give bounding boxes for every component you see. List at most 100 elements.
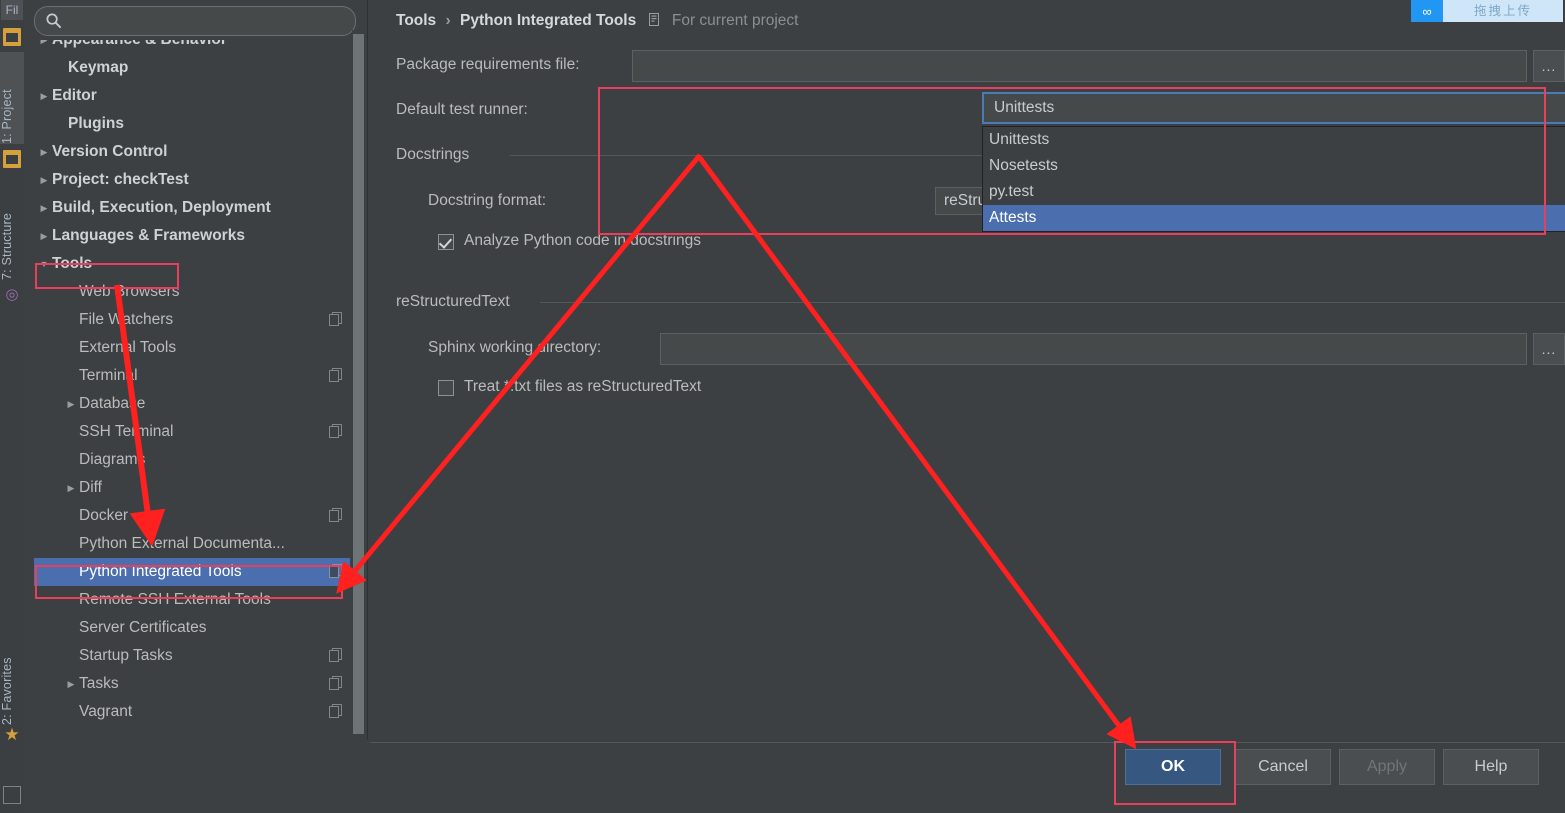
tree-item-label: Docker (79, 507, 129, 524)
tree-item[interactable]: ▶ Build, Execution, Deployment (34, 194, 350, 222)
ide-tool-window-gutter: Fil 1: Project 7: Structure ◎ 2: Favorit… (0, 0, 25, 813)
apply-button[interactable]: Apply (1339, 749, 1435, 785)
chevron-right-icon[interactable]: ▶ (36, 222, 52, 250)
upload-badge[interactable]: ∞ 拖拽上传 (1411, 0, 1563, 22)
tree-item[interactable]: Python External Documenta... (34, 530, 350, 558)
copy-settings-icon[interactable] (329, 424, 342, 438)
breadcrumb-current: Python Integrated Tools (459, 12, 637, 29)
tree-item-label: Vagrant (79, 703, 133, 720)
cancel-button[interactable]: Cancel (1235, 749, 1331, 785)
panel-divider (367, 0, 368, 740)
tree-item-label: Editor (52, 87, 97, 104)
chevron-down-icon[interactable]: ▼ (36, 250, 52, 278)
structure-node-icon: ◎ (5, 286, 19, 303)
chevron-right-icon[interactable]: ▶ (36, 82, 52, 110)
sphinx-directory-browse-button[interactable]: ... (1533, 333, 1565, 365)
dropdown-option[interactable]: py.test (983, 179, 1565, 205)
tree-item[interactable]: ▶ Project: checkTest (34, 166, 350, 194)
tree-item-label: Terminal (79, 367, 138, 384)
help-button[interactable]: Help (1443, 749, 1539, 785)
copy-settings-icon[interactable] (329, 508, 342, 522)
favorites-star-icon: ★ (4, 725, 20, 744)
tree-item-label: Diff (79, 479, 102, 496)
tree-item[interactable]: Python Integrated Tools (34, 558, 350, 586)
tree-item[interactable]: ▶ Diff (34, 474, 350, 502)
terminal-icon (3, 786, 21, 804)
copy-settings-icon[interactable] (329, 312, 342, 326)
treat-txt-label: Treat *.txt files as reStructuredText (464, 378, 702, 395)
chevron-right-icon[interactable]: ▶ (36, 138, 52, 166)
chevron-right-icon[interactable]: ▶ (63, 390, 79, 418)
settings-search-box[interactable] (34, 6, 356, 37)
dropdown-option[interactable]: Nosetests (983, 153, 1565, 179)
chevron-right-icon[interactable]: ▶ (63, 474, 79, 502)
default-test-runner-value: Unittests (994, 99, 1055, 116)
tree-item[interactable]: Docker (34, 502, 350, 530)
chevron-right-icon[interactable]: ▶ (36, 40, 52, 54)
docstrings-group-title: Docstrings (396, 146, 478, 164)
tree-item[interactable]: ▶ Editor (34, 82, 350, 110)
tree-item-label: Python External Documenta... (79, 535, 285, 552)
tree-item[interactable]: Vagrant (34, 698, 350, 726)
breadcrumb-root[interactable]: Tools (396, 12, 436, 29)
package-requirements-browse-button[interactable]: ... (1533, 50, 1565, 82)
copy-settings-icon[interactable] (329, 564, 342, 578)
project-scope-icon (648, 13, 659, 26)
tree-item[interactable]: ▶ Database (34, 390, 350, 418)
default-test-runner-label: Default test runner: (396, 101, 528, 118)
tree-item-label: Project: checkTest (52, 171, 189, 188)
tree-item[interactable]: Web Browsers (34, 278, 350, 306)
tree-item[interactable]: ▶Appearance & Behavior (34, 40, 350, 54)
copy-settings-icon[interactable] (329, 704, 342, 718)
tree-item[interactable]: Keymap (34, 54, 350, 82)
tree-item-label: SSH Terminal (79, 423, 174, 440)
search-input[interactable] (69, 7, 345, 37)
tree-item-label: Startup Tasks (79, 647, 173, 664)
copy-settings-icon[interactable] (329, 368, 342, 382)
tree-item[interactable]: Terminal (34, 362, 350, 390)
tree-item[interactable]: File Watchers (34, 306, 350, 334)
copy-settings-icon[interactable] (329, 676, 342, 690)
sphinx-directory-label: Sphinx working directory: (428, 339, 602, 356)
tree-item-label: Diagrams (79, 451, 146, 468)
tree-item-label: External Tools (79, 339, 177, 356)
tree-item[interactable]: Server Certificates (34, 614, 350, 642)
default-test-runner-combo[interactable]: Unittests (982, 92, 1565, 124)
tree-item[interactable]: ▶ Tasks (34, 670, 350, 698)
rest-group-title: reStructuredText (396, 293, 518, 311)
tree-item[interactable]: Diagrams (34, 446, 350, 474)
tree-item[interactable]: SSH Terminal (34, 418, 350, 446)
tree-item[interactable]: ▶ Languages & Frameworks (34, 222, 350, 250)
tree-item[interactable]: Plugins (34, 110, 350, 138)
tool-tab-structure[interactable]: 7: Structure (0, 180, 24, 280)
settings-content-panel: Tools › Python Integrated Tools For curr… (370, 0, 1565, 740)
analyze-code-checkbox[interactable] (438, 234, 454, 250)
tree-item[interactable]: Startup Tasks (34, 642, 350, 670)
chevron-right-icon[interactable]: ▶ (36, 166, 52, 194)
breadcrumb-separator: › (445, 12, 451, 29)
dropdown-option[interactable]: Unittests (983, 127, 1565, 153)
breadcrumb-scope-text: For current project (671, 12, 799, 29)
tool-tab-project[interactable]: 1: Project (0, 52, 24, 144)
ok-button[interactable]: OK (1125, 749, 1221, 785)
treat-txt-checkbox[interactable] (438, 380, 454, 396)
tree-scrollbar-thumb[interactable] (353, 34, 364, 734)
copy-settings-icon[interactable] (329, 648, 342, 662)
infinity-upload-icon: ∞ (1422, 3, 1432, 19)
chevron-right-icon[interactable]: ▶ (63, 670, 79, 698)
dropdown-option[interactable]: Attests (983, 205, 1565, 231)
settings-dialog: ▶Appearance & BehaviorKeymap▶EditorPlugi… (24, 0, 1565, 813)
folder-icon (3, 28, 21, 46)
tree-item-label: Database (79, 395, 146, 412)
chevron-right-icon[interactable]: ▶ (36, 194, 52, 222)
test-runner-dropdown-list[interactable]: Unittests Nosetests py.test Attests (982, 126, 1565, 232)
tree-item[interactable]: External Tools (34, 334, 350, 362)
package-requirements-field[interactable] (632, 50, 1527, 82)
tree-item[interactable]: ▼ Tools (34, 250, 350, 278)
tree-item-label: Python Integrated Tools (79, 563, 242, 580)
tree-item[interactable]: ▶ Version Control (34, 138, 350, 166)
tool-tab-favorites[interactable]: 2: Favorites (0, 620, 24, 725)
settings-tree[interactable]: ▶Appearance & BehaviorKeymap▶EditorPlugi… (34, 40, 350, 740)
tree-item[interactable]: Remote SSH External Tools (34, 586, 350, 614)
sphinx-directory-field[interactable] (660, 333, 1527, 365)
